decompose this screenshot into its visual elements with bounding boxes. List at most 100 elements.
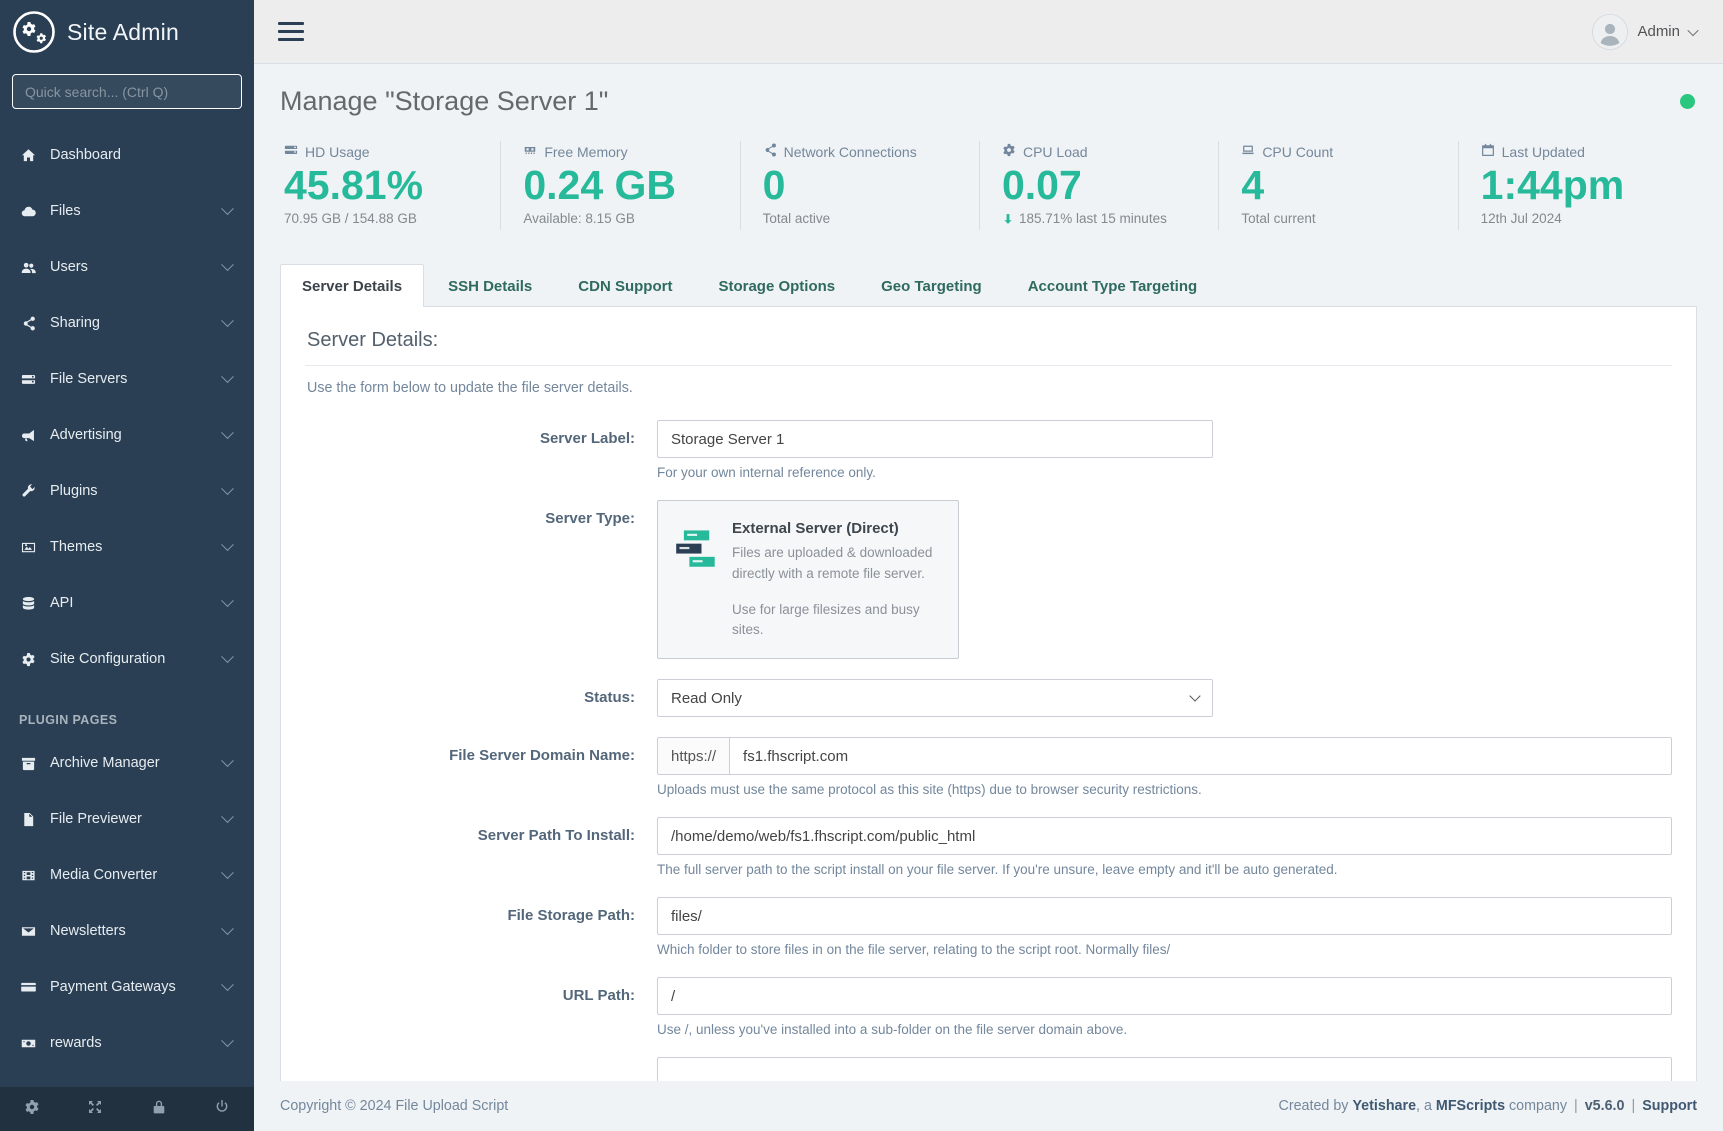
- sidebar-item-archive-manager[interactable]: Archive Manager: [0, 735, 254, 791]
- image-icon: [19, 540, 37, 555]
- version-label: v5.6.0: [1585, 1098, 1625, 1114]
- tab-cdn-support[interactable]: CDN Support: [556, 264, 694, 307]
- sidebar-item-file-previewer[interactable]: File Previewer: [0, 791, 254, 847]
- stats-row: HD Usage 45.81% 70.95 GB / 154.88 GB Fre…: [280, 141, 1697, 230]
- sidebar-footer: [0, 1087, 254, 1131]
- database-icon: [19, 596, 37, 611]
- user-menu[interactable]: Admin: [1592, 14, 1697, 50]
- gear-icon: [19, 652, 37, 667]
- form-row-server-path: Server Path To Install: The full server …: [305, 817, 1672, 877]
- chevron-down-icon: [221, 810, 234, 823]
- page-content: Manage "Storage Server 1" HD Usage 45.81…: [254, 64, 1723, 1081]
- status-select[interactable]: Read Only: [657, 679, 1213, 717]
- stat-value: 45.81%: [284, 161, 492, 209]
- stat-hd-usage: HD Usage 45.81% 70.95 GB / 154.88 GB: [280, 141, 500, 230]
- storage-path-help: Which folder to store files in on the fi…: [657, 942, 1672, 957]
- storage-path-input[interactable]: [657, 897, 1672, 935]
- url-path-input[interactable]: [657, 977, 1672, 1015]
- user-name: Admin: [1637, 23, 1680, 40]
- settings-button[interactable]: [0, 1087, 64, 1131]
- tab-account-type-targeting[interactable]: Account Type Targeting: [1006, 264, 1219, 307]
- sidebar-search: [0, 64, 254, 121]
- server-type-note: Use for large filesizes and busy sites.: [732, 600, 942, 641]
- form-row-domain: File Server Domain Name: https:// Upload…: [305, 737, 1672, 797]
- server-type-desc: Files are uploaded & downloaded directly…: [732, 543, 942, 584]
- page-head: Manage "Storage Server 1": [280, 86, 1697, 117]
- chevron-down-icon: [221, 978, 234, 991]
- form-row-server-label: Server Label: For your own internal refe…: [305, 420, 1672, 480]
- sidebar-item-themes[interactable]: Themes: [0, 519, 254, 575]
- tab-ssh-details[interactable]: SSH Details: [426, 264, 554, 307]
- lock-button[interactable]: [127, 1087, 191, 1131]
- app-title: Site Admin: [67, 19, 179, 46]
- tab-geo-targeting[interactable]: Geo Targeting: [859, 264, 1004, 307]
- storage-path-label: File Storage Path:: [305, 897, 657, 957]
- quick-search-input[interactable]: [12, 74, 242, 109]
- sidebar-item-rewards[interactable]: rewards: [0, 1015, 254, 1071]
- chevron-down-icon: [221, 314, 234, 327]
- topbar: Admin: [254, 0, 1723, 64]
- stat-value: 0: [763, 161, 971, 209]
- megaphone-icon: [19, 428, 37, 443]
- sidebar-item-site-configuration[interactable]: Site Configuration: [0, 631, 254, 687]
- stat-sub: 12th Jul 2024: [1481, 211, 1689, 226]
- domain-input[interactable]: [730, 737, 1672, 775]
- memory-icon: [523, 143, 537, 160]
- stat-sub: Total active: [763, 211, 971, 226]
- network-icon: [763, 143, 777, 160]
- form-row-server-type: Server Type:: [305, 500, 1672, 659]
- sidebar-item-payment-gateways[interactable]: Payment Gateways: [0, 959, 254, 1015]
- chevron-down-icon: [221, 258, 234, 271]
- url-path-label: URL Path:: [305, 977, 657, 1037]
- server-icon: [19, 372, 37, 387]
- server-type-option-external-direct[interactable]: External Server (Direct) Files are uploa…: [657, 500, 959, 659]
- support-link[interactable]: Support: [1642, 1098, 1697, 1114]
- sidebar-item-api[interactable]: API: [0, 575, 254, 631]
- sidebar-item-file-servers[interactable]: File Servers: [0, 351, 254, 407]
- stat-last-updated: Last Updated 1:44pm 12th Jul 2024: [1458, 141, 1697, 230]
- chevron-down-icon: [221, 426, 234, 439]
- gears-icon: [1002, 143, 1016, 160]
- server-label-help: For your own internal reference only.: [657, 465, 1672, 480]
- server-details-panel: Server Details: Use the form below to up…: [280, 306, 1697, 1081]
- server-stack-icon: [674, 517, 718, 584]
- footer: Copyright © 2024 File Upload Script Crea…: [254, 1081, 1723, 1131]
- cloud-icon: [19, 204, 37, 219]
- main-area: Admin Manage "Storage Server 1" HD Usage…: [254, 0, 1723, 1131]
- fullscreen-button[interactable]: [64, 1087, 128, 1131]
- sidebar-item-media-converter[interactable]: Media Converter: [0, 847, 254, 903]
- sidebar-item-dashboard[interactable]: Dashboard: [0, 127, 254, 183]
- sidebar-item-newsletters[interactable]: Newsletters: [0, 903, 254, 959]
- sidebar-item-plugins[interactable]: Plugins: [0, 463, 254, 519]
- stat-sub: Total current: [1241, 211, 1449, 226]
- logout-button[interactable]: [191, 1087, 255, 1131]
- yetishare-link[interactable]: Yetishare: [1352, 1098, 1416, 1114]
- menu-toggle-button[interactable]: [272, 16, 310, 48]
- app-root: Site Admin Dashboard Files Users Sha: [0, 0, 1723, 1131]
- stat-sub: 185.71% last 15 minutes: [1002, 211, 1210, 226]
- stat-value: 0.07: [1002, 161, 1210, 209]
- server-label-input[interactable]: [657, 420, 1213, 458]
- chevron-down-icon: [221, 482, 234, 495]
- server-path-help: The full server path to the script insta…: [657, 862, 1672, 877]
- wrench-icon: [19, 484, 37, 499]
- panel-heading: Server Details:: [305, 323, 1672, 366]
- next-field-input-partial[interactable]: [657, 1057, 1672, 1081]
- status-label: Status:: [305, 679, 657, 717]
- server-path-input[interactable]: [657, 817, 1672, 855]
- chevron-down-icon: [221, 538, 234, 551]
- site-admin-logo-icon: [12, 10, 56, 54]
- form-row-storage-path: File Storage Path: Which folder to store…: [305, 897, 1672, 957]
- tab-storage-options[interactable]: Storage Options: [696, 264, 857, 307]
- status-select-wrap: Read Only: [657, 679, 1213, 717]
- sidebar-item-sharing[interactable]: Sharing: [0, 295, 254, 351]
- sidebar-item-advertising[interactable]: Advertising: [0, 407, 254, 463]
- mfscripts-link[interactable]: MFScripts: [1436, 1098, 1505, 1114]
- laptop-icon: [1241, 143, 1255, 160]
- tab-server-details[interactable]: Server Details: [280, 264, 424, 307]
- film-icon: [19, 868, 37, 883]
- sidebar-item-users[interactable]: Users: [0, 239, 254, 295]
- sidebar-item-files[interactable]: Files: [0, 183, 254, 239]
- chevron-down-icon: [221, 594, 234, 607]
- archive-icon: [19, 756, 37, 771]
